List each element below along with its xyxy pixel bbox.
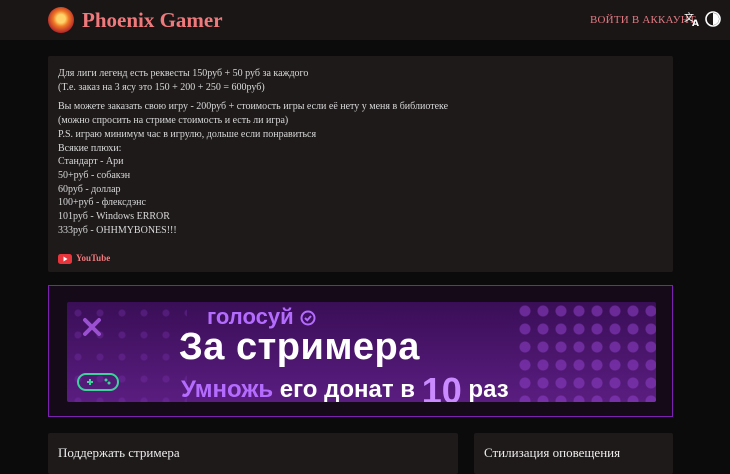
youtube-icon (58, 253, 72, 264)
check-circle-icon (300, 310, 316, 326)
youtube-link[interactable]: YouTube (58, 252, 110, 266)
support-streamer-title: Поддержать стримера (58, 445, 180, 460)
support-streamer-card: Поддержать стримера (48, 433, 458, 474)
stream-description-card: Для лиги легенд есть реквесты 150руб + 5… (48, 56, 673, 272)
banner-line-2: За стримера (179, 326, 420, 368)
description-paragraph-2: Вы можете заказать свою игру - 200руб + … (58, 101, 449, 236)
top-navbar: Phoenix Gamer ВОЙТИ В АККАУНТ 文 A (0, 0, 730, 40)
theme-toggle-icon[interactable] (705, 11, 721, 27)
banner-line-3: Умножь его донат в 10 раз (181, 370, 509, 402)
login-button[interactable]: ВОЙТИ В АККАУНТ (590, 13, 696, 27)
banner-dots-right (516, 302, 656, 402)
youtube-label: YouTube (76, 253, 111, 263)
vote-banner[interactable]: голосуй За стримера Умножь его донат в 1… (48, 285, 673, 417)
close-cross-icon (83, 318, 101, 336)
alert-styling-card: Стилизация оповещения (474, 433, 673, 474)
description-paragraph-1: Для лиги легенд есть реквесты 150руб + 5… (58, 68, 309, 93)
translate-icon[interactable]: 文 A (684, 11, 700, 27)
phoenix-logo-icon[interactable] (48, 7, 74, 33)
brand-title[interactable]: Phoenix Gamer (82, 7, 223, 33)
gamepad-icon (77, 373, 119, 391)
alert-styling-title: Стилизация оповещения (484, 445, 621, 460)
svg-text:A: A (692, 19, 699, 27)
vote-banner-image: голосуй За стримера Умножь его донат в 1… (67, 302, 656, 402)
